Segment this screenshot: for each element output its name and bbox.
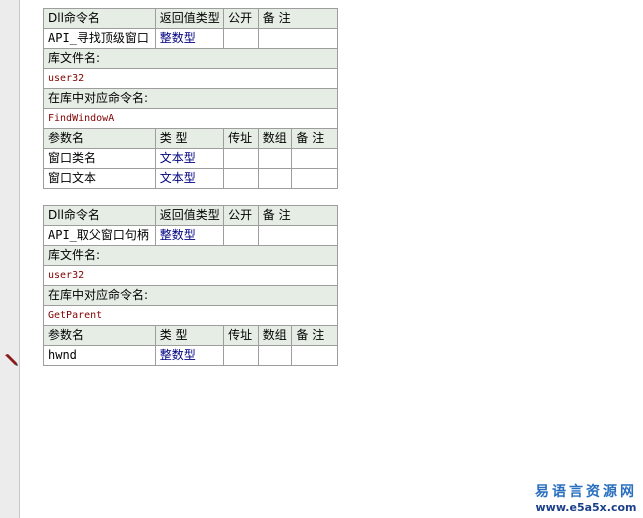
param-header-array: 数组 xyxy=(257,128,293,149)
param-type-cell[interactable]: 文本型 xyxy=(154,168,225,189)
param-header-name: 参数名 xyxy=(43,128,156,149)
site-watermark: 易语言资源网 www.e5a5x.com xyxy=(535,481,637,514)
param-byref-cell[interactable] xyxy=(223,345,259,366)
dll-command-row[interactable]: API_寻找顶级窗口 整数型 xyxy=(43,28,339,49)
param-header-type: 类 型 xyxy=(154,325,225,346)
lib-file-label: 库文件名: xyxy=(43,245,338,266)
param-row[interactable]: 窗口类名 文本型 xyxy=(43,148,338,169)
lib-file-label: 库文件名: xyxy=(43,48,338,69)
param-array-cell[interactable] xyxy=(257,148,293,169)
command-name-cell[interactable]: API_取父窗口句柄 xyxy=(43,225,156,246)
return-type-cell[interactable]: 整数型 xyxy=(154,28,225,49)
param-header-name: 参数名 xyxy=(43,325,156,346)
header-remark: 备 注 xyxy=(257,205,339,226)
dll-command-table-2: Dll命令名 返回值类型 公开 备 注 API_取父窗口句柄 整数型 库文件名:… xyxy=(43,205,339,366)
param-header-byref: 传址 xyxy=(223,128,259,149)
param-byref-cell[interactable] xyxy=(223,148,259,169)
command-name-cell[interactable]: API_寻找顶级窗口 xyxy=(43,28,156,49)
param-header-byref: 传址 xyxy=(223,325,259,346)
editor-gutter xyxy=(0,0,20,518)
param-type-cell[interactable]: 文本型 xyxy=(154,148,225,169)
lib-file-value[interactable]: user32 xyxy=(43,68,338,89)
param-row[interactable]: 窗口文本 文本型 xyxy=(43,168,338,189)
public-cell[interactable] xyxy=(223,28,259,49)
param-header-remark: 备 注 xyxy=(291,128,338,149)
dll-header-row: Dll命令名 返回值类型 公开 备 注 xyxy=(43,8,339,29)
return-type-cell[interactable]: 整数型 xyxy=(154,225,225,246)
header-public: 公开 xyxy=(223,205,259,226)
param-header-array: 数组 xyxy=(257,325,293,346)
param-remark-cell[interactable] xyxy=(291,148,338,169)
dll-command-row[interactable]: API_取父窗口句柄 整数型 xyxy=(43,225,339,246)
entry-name-value[interactable]: FindWindowA xyxy=(43,108,338,129)
watermark-url: www.e5a5x.com xyxy=(535,501,637,514)
entry-name-label: 在库中对应命令名: xyxy=(43,285,338,306)
param-header-row: 参数名 类 型 传址 数组 备 注 xyxy=(43,128,338,149)
param-name-cell[interactable]: 窗口类名 xyxy=(43,148,156,169)
header-remark: 备 注 xyxy=(257,8,339,29)
public-cell[interactable] xyxy=(223,225,259,246)
entry-name-value[interactable]: GetParent xyxy=(43,305,338,326)
param-remark-cell[interactable] xyxy=(291,345,338,366)
param-array-cell[interactable] xyxy=(257,168,293,189)
pen-edit-icon xyxy=(5,354,18,366)
param-byref-cell[interactable] xyxy=(223,168,259,189)
header-dll-name: Dll命令名 xyxy=(43,8,156,29)
param-type-cell[interactable]: 整数型 xyxy=(154,345,225,366)
param-header-type: 类 型 xyxy=(154,128,225,149)
watermark-title: 易语言资源网 xyxy=(535,484,637,500)
dll-header-row: Dll命令名 返回值类型 公开 备 注 xyxy=(43,205,339,226)
param-name-cell[interactable]: hwnd xyxy=(43,345,156,366)
header-return-type: 返回值类型 xyxy=(154,8,225,29)
remark-cell[interactable] xyxy=(257,225,339,246)
param-name-cell[interactable]: 窗口文本 xyxy=(43,168,156,189)
lib-file-value[interactable]: user32 xyxy=(43,265,338,286)
header-dll-name: Dll命令名 xyxy=(43,205,156,226)
header-return-type: 返回值类型 xyxy=(154,205,225,226)
param-header-row: 参数名 类 型 传址 数组 备 注 xyxy=(43,325,338,346)
remark-cell[interactable] xyxy=(257,28,339,49)
param-row[interactable]: hwnd 整数型 xyxy=(43,345,338,366)
param-array-cell[interactable] xyxy=(257,345,293,366)
entry-name-label: 在库中对应命令名: xyxy=(43,88,338,109)
header-public: 公开 xyxy=(223,8,259,29)
dll-command-table-1: Dll命令名 返回值类型 公开 备 注 API_寻找顶级窗口 整数型 库文件名:… xyxy=(43,8,339,189)
param-remark-cell[interactable] xyxy=(291,168,338,189)
param-header-remark: 备 注 xyxy=(291,325,338,346)
